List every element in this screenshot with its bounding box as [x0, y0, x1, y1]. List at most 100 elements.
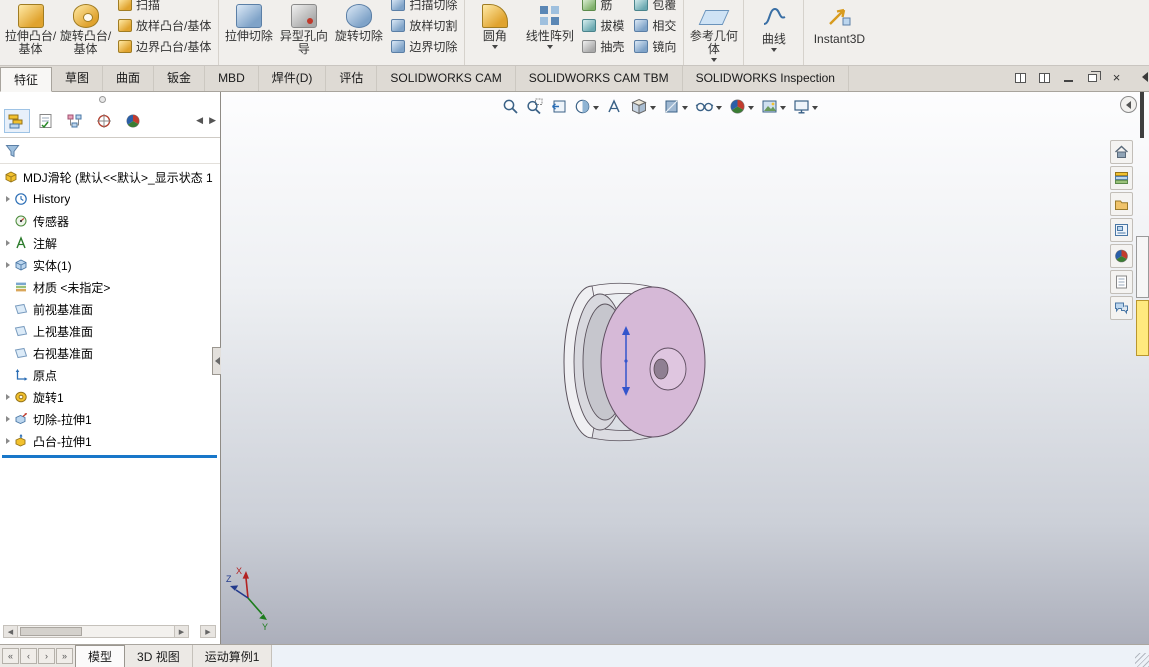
- mirror-button[interactable]: 镜向: [629, 36, 681, 57]
- taskpane-expand-button[interactable]: [1120, 96, 1137, 113]
- zoom-to-fit-button[interactable]: [500, 96, 521, 117]
- chevron-left-icon[interactable]: ◀: [196, 115, 203, 126]
- linear-pattern-button[interactable]: 线性阵列: [522, 0, 577, 49]
- solidworks-resources-tab[interactable]: [1110, 140, 1133, 164]
- apply-scene-button[interactable]: [759, 96, 788, 117]
- solidworks-forum-tab[interactable]: [1110, 296, 1133, 320]
- swept-cut-button[interactable]: 扫描切除: [386, 0, 462, 15]
- nav-next-icon[interactable]: ›: [38, 648, 55, 664]
- dynamic-annotation-views-button[interactable]: [604, 96, 625, 117]
- extruded-boss-button[interactable]: 拉伸凸台/基体: [3, 0, 58, 56]
- tree-item-root[interactable]: MDJ滑轮 (默认<<默认>_显示状态 1: [0, 166, 220, 188]
- design-library-tab[interactable]: [1110, 166, 1133, 190]
- tab-solidworks-cam[interactable]: SOLIDWORKS CAM: [377, 66, 516, 91]
- tree-item-front-plane[interactable]: 前视基准面: [0, 298, 220, 320]
- lofted-cut-button[interactable]: 放样切割: [386, 15, 462, 36]
- chevron-right-icon[interactable]: ▶: [209, 115, 216, 126]
- rib-button[interactable]: 筋: [577, 0, 629, 15]
- swept-boss-button[interactable]: 扫描: [113, 0, 216, 15]
- nav-first-icon[interactable]: «: [2, 648, 19, 664]
- wrap-button[interactable]: 包覆: [629, 0, 681, 15]
- scrollbar-track[interactable]: [18, 626, 174, 637]
- scroll-right-icon[interactable]: ▶: [174, 626, 188, 637]
- graphics-viewport[interactable]: X Z Y: [221, 92, 1149, 644]
- expand-arrow-icon[interactable]: [6, 394, 10, 400]
- fillet-button[interactable]: 圆角: [467, 0, 522, 49]
- hide-show-items-button[interactable]: [693, 96, 724, 117]
- tree-horizontal-scrollbar[interactable]: ◀ ▶: [3, 625, 189, 638]
- tree-item-origin[interactable]: 原点: [0, 364, 220, 386]
- dropdown-arrow-icon[interactable]: [710, 58, 717, 62]
- pulley-bore-hole[interactable]: [653, 358, 669, 380]
- custom-properties-tab[interactable]: [1110, 270, 1133, 294]
- revolved-boss-button[interactable]: 旋转凸台/基体: [58, 0, 113, 56]
- hole-wizard-button[interactable]: 异型孔向导: [276, 0, 331, 56]
- dropdown-arrow-icon[interactable]: [546, 45, 553, 49]
- tree-item-material[interactable]: 材质 <未指定>: [0, 276, 220, 298]
- intersect-button[interactable]: 相交: [629, 15, 681, 36]
- section-view-button[interactable]: [572, 96, 601, 117]
- tab-3d-views[interactable]: 3D 视图: [125, 645, 193, 667]
- reference-geometry-button[interactable]: 参考几何体: [686, 0, 741, 62]
- featuremanager-tree-tab[interactable]: [4, 108, 30, 133]
- tab-sketch[interactable]: 草图: [52, 66, 104, 91]
- pulley-model[interactable]: [552, 272, 722, 450]
- display-style-button[interactable]: [661, 96, 690, 117]
- extruded-cut-button[interactable]: 拉伸切除: [221, 0, 276, 43]
- boundary-boss-button[interactable]: 边界凸台/基体: [113, 36, 216, 57]
- panel-collapse-handle[interactable]: [212, 347, 221, 375]
- tree-item-right-plane[interactable]: 右视基准面: [0, 342, 220, 364]
- tab-mbd[interactable]: MBD: [205, 66, 259, 91]
- dropdown-arrow-icon[interactable]: [812, 105, 818, 110]
- instant3d-button[interactable]: Instant3D: [806, 0, 872, 46]
- view-settings-button[interactable]: [791, 96, 820, 117]
- tab-features[interactable]: 特征: [0, 67, 53, 92]
- restore-button[interactable]: [1086, 71, 1101, 84]
- panel-splitter-handle[interactable]: [0, 92, 220, 104]
- lofted-boss-button[interactable]: 放样凸台/基体: [113, 15, 216, 36]
- pane-left-icon[interactable]: [1014, 72, 1027, 84]
- tab-sheet-metal[interactable]: 钣金: [154, 66, 206, 91]
- scroll-left-icon[interactable]: ◀: [4, 626, 18, 637]
- expand-arrow-icon[interactable]: [6, 240, 10, 246]
- tab-solidworks-cam-tbm[interactable]: SOLIDWORKS CAM TBM: [516, 66, 683, 91]
- scrollbar-thumb[interactable]: [20, 627, 82, 636]
- expand-arrow-icon[interactable]: [6, 262, 10, 268]
- tab-evaluate[interactable]: 评估: [326, 66, 378, 91]
- boundary-cut-button[interactable]: 边界切除: [386, 36, 462, 57]
- dropdown-arrow-icon[interactable]: [716, 105, 722, 110]
- dropdown-arrow-icon[interactable]: [650, 105, 656, 110]
- shell-button[interactable]: 抽壳: [577, 36, 629, 57]
- dropdown-arrow-icon[interactable]: [593, 105, 599, 110]
- propertymanager-tab[interactable]: [33, 109, 59, 133]
- expand-arrow-icon[interactable]: [6, 438, 10, 444]
- tree-item-cut-extrude1[interactable]: 切除-拉伸1: [0, 408, 220, 430]
- tree-item-solid-bodies[interactable]: 实体(1): [0, 254, 220, 276]
- expand-arrow-icon[interactable]: [6, 416, 10, 422]
- nav-prev-icon[interactable]: ‹: [20, 648, 37, 664]
- rollback-bar[interactable]: [2, 455, 217, 458]
- dropdown-arrow-icon[interactable]: [770, 48, 777, 52]
- filter-funnel-icon[interactable]: [5, 144, 20, 158]
- view-orientation-button[interactable]: [628, 96, 658, 117]
- curves-button[interactable]: 曲线: [746, 0, 801, 52]
- previous-view-button[interactable]: [548, 96, 569, 117]
- panel-width-expand-button[interactable]: ▶: [200, 625, 216, 638]
- expand-arrow-icon[interactable]: [6, 196, 10, 202]
- window-resize-grip[interactable]: [1135, 653, 1149, 667]
- tab-weldments[interactable]: 焊件(D): [259, 66, 327, 91]
- dropdown-arrow-icon[interactable]: [682, 105, 688, 110]
- tree-item-sensors[interactable]: 传感器: [0, 210, 220, 232]
- nav-last-icon[interactable]: »: [56, 648, 73, 664]
- edit-appearance-button[interactable]: [727, 96, 756, 117]
- tab-model[interactable]: 模型: [75, 645, 126, 667]
- displaymanager-tab[interactable]: [120, 109, 146, 133]
- tab-surfaces[interactable]: 曲面: [103, 66, 155, 91]
- tree-item-top-plane[interactable]: 上视基准面: [0, 320, 220, 342]
- appearances-scenes-tab[interactable]: [1110, 244, 1133, 268]
- pane-right-icon[interactable]: [1038, 72, 1051, 84]
- tree-item-revolve1[interactable]: 旋转1: [0, 386, 220, 408]
- close-button[interactable]: ×: [1110, 71, 1123, 84]
- taskpane-edge-arrow-icon[interactable]: [1142, 72, 1148, 82]
- zoom-to-area-button[interactable]: [524, 96, 545, 117]
